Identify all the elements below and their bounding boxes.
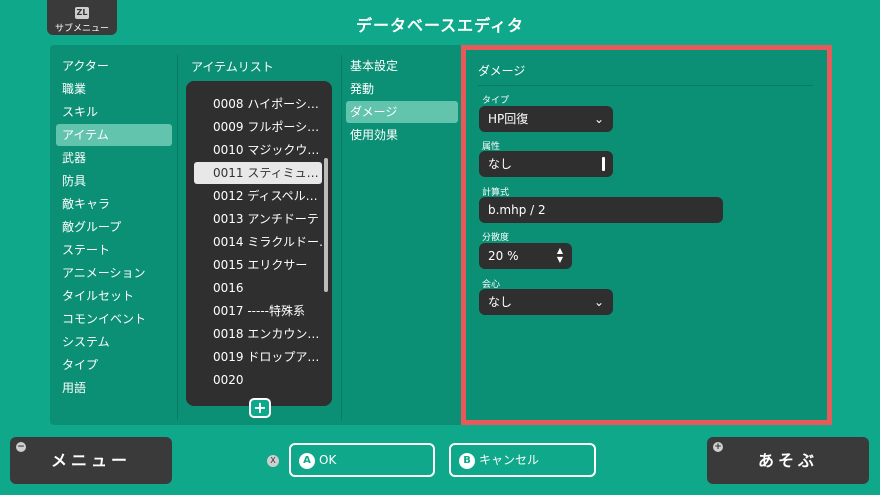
- chevron-down-icon: ⌄: [593, 112, 604, 126]
- a-button-icon: A: [299, 452, 315, 469]
- item-list-row[interactable]: 0017 -----特殊系: [194, 300, 322, 322]
- category-item[interactable]: 防具: [56, 170, 172, 192]
- category-item[interactable]: ステート: [56, 239, 172, 261]
- category-item[interactable]: タイプ: [56, 354, 172, 376]
- category-item[interactable]: 職業: [56, 78, 172, 100]
- category-item[interactable]: 敵グループ: [56, 216, 172, 238]
- formula-value: b.mhp / 2: [488, 203, 546, 217]
- cancel-label: キャンセル: [479, 453, 540, 467]
- category-item[interactable]: 武器: [56, 147, 172, 169]
- type-label: タイプ: [482, 96, 510, 106]
- critical-select[interactable]: なし ⌄: [479, 289, 613, 315]
- column-divider: [177, 55, 178, 420]
- variance-stepper[interactable]: 20 % ▲ ▼: [479, 243, 572, 269]
- item-list-row[interactable]: 0009 フルポーシ…: [194, 116, 322, 138]
- category-item[interactable]: 用語: [56, 377, 172, 399]
- formula-input[interactable]: b.mhp / 2: [479, 197, 723, 223]
- category-item[interactable]: 敵キャラ: [56, 193, 172, 215]
- category-item[interactable]: タイルセット: [56, 285, 172, 307]
- chevron-down-icon: ⌄: [593, 295, 604, 309]
- item-list-heading: アイテムリスト: [191, 60, 274, 74]
- page-title: データベースエディタ: [355, 16, 525, 35]
- damage-section-highlight: [461, 45, 832, 425]
- variance-label: 分散度: [482, 233, 510, 243]
- damage-heading-rule: [478, 85, 813, 86]
- minus-button-icon: −: [16, 442, 26, 452]
- select-indicator-icon: [602, 157, 605, 171]
- category-item[interactable]: コモンイベント: [56, 308, 172, 330]
- element-select[interactable]: なし: [479, 151, 613, 177]
- add-item-button[interactable]: +: [249, 398, 271, 418]
- category-item[interactable]: スキル: [56, 101, 172, 123]
- b-button-icon: B: [459, 452, 475, 469]
- menu-button[interactable]: − メニュー: [10, 437, 172, 484]
- play-button-label: あそぶ: [757, 451, 818, 470]
- type-select[interactable]: HP回復 ⌄: [479, 106, 613, 132]
- spinner-arrows-icon[interactable]: ▲ ▼: [557, 246, 563, 264]
- item-list-row[interactable]: 0014 ミラクルドー…: [194, 231, 322, 253]
- column-divider: [341, 55, 342, 420]
- plus-button-icon: +: [713, 442, 723, 452]
- cancel-button[interactable]: B キャンセル: [449, 443, 596, 477]
- item-list-row[interactable]: 0013 アンチドーテ: [194, 208, 322, 230]
- item-list[interactable]: 0008 ハイポーシ… 0009 フルポーシ… 0010 マジックウ… 0011 ステ…: [186, 81, 332, 406]
- ok-button[interactable]: A OK: [289, 443, 435, 477]
- element-value: なし: [488, 157, 513, 171]
- item-list-row[interactable]: 0011 スティミュ…: [194, 162, 322, 184]
- category-item[interactable]: アイテム: [56, 124, 172, 146]
- item-list-row[interactable]: 0019 ドロップア…: [194, 346, 322, 368]
- x-button-icon: X: [267, 455, 279, 467]
- menu-button-label: メニュー: [50, 451, 131, 470]
- category-item[interactable]: システム: [56, 331, 172, 353]
- category-item[interactable]: アクター: [56, 55, 172, 77]
- play-button[interactable]: + あそぶ: [707, 437, 869, 484]
- item-list-row[interactable]: 0018 エンカウン…: [194, 323, 322, 345]
- variance-value: 20 %: [488, 249, 519, 263]
- item-list-row[interactable]: 0015 エリクサー: [194, 254, 322, 276]
- category-item[interactable]: アニメーション: [56, 262, 172, 284]
- damage-heading: ダメージ: [478, 64, 526, 78]
- tab-item[interactable]: ダメージ: [346, 101, 458, 123]
- item-list-row[interactable]: 0016: [194, 277, 322, 299]
- ok-label: OK: [319, 453, 337, 467]
- item-list-row[interactable]: 0020: [194, 369, 322, 391]
- tab-item[interactable]: 発動: [346, 78, 458, 100]
- item-list-scrollbar[interactable]: [324, 158, 328, 292]
- critical-value: なし: [488, 295, 513, 309]
- item-list-row[interactable]: 0012 ディスペル…: [194, 185, 322, 207]
- item-list-row[interactable]: 0010 マジックウ…: [194, 139, 322, 161]
- tab-item[interactable]: 使用効果: [346, 124, 458, 146]
- item-list-row[interactable]: 0008 ハイポーシ…: [194, 93, 322, 115]
- tab-item[interactable]: 基本設定: [346, 55, 458, 77]
- type-value: HP回復: [488, 112, 529, 126]
